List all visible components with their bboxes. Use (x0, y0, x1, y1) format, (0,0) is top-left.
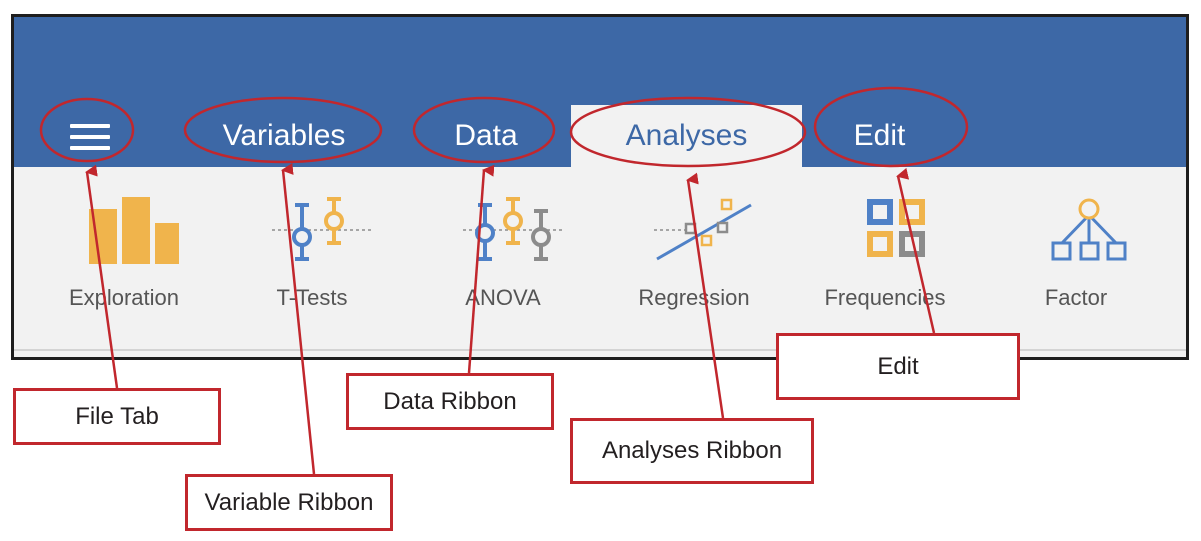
ribbon-exploration[interactable]: Exploration (49, 167, 199, 337)
anova-icon (463, 197, 563, 261)
menu-bar: Variables Data Analyses Edit (14, 17, 1186, 167)
tab-edit[interactable]: Edit (817, 105, 942, 167)
ribbon-label-anova: ANOVA (465, 285, 541, 310)
ribbon-label-exploration: Exploration (68, 285, 180, 310)
file-tab-hamburger-icon[interactable] (70, 124, 110, 150)
ribbon-anova[interactable]: ANOVA (428, 167, 578, 337)
ribbon-factor[interactable]: Factor (1001, 167, 1151, 337)
ribbon-regression[interactable]: Regression (619, 167, 769, 337)
app-window: Variables Data Analyses Edit Exploration (11, 14, 1189, 360)
callout-analyses-ribbon: Analyses Ribbon (570, 418, 814, 484)
ribbon-label-frequencies: Frequencies (824, 285, 946, 310)
tab-data[interactable]: Data (417, 105, 555, 167)
tab-variables[interactable]: Variables (187, 105, 381, 167)
callout-edit: Edit (776, 333, 1020, 400)
callout-variable-ribbon: Variable Ribbon (185, 474, 393, 531)
ribbon-frequencies[interactable]: Frequencies (810, 167, 960, 337)
regression-icon (654, 198, 752, 261)
frequencies-icon (867, 199, 925, 257)
factor-icon (1051, 198, 1127, 261)
ribbon-t-tests[interactable]: T-Tests (237, 167, 387, 337)
exploration-icon (89, 197, 179, 264)
callout-file-tab: File Tab (13, 388, 221, 445)
ribbon-label-t-tests: T-Tests (276, 285, 348, 310)
ribbon-label-factor: Factor (1044, 285, 1108, 310)
tab-analyses[interactable]: Analyses (571, 105, 802, 167)
callout-data-ribbon: Data Ribbon (346, 373, 554, 430)
t-tests-icon (272, 197, 372, 261)
ribbon-label-regression: Regression (638, 285, 750, 310)
analyses-ribbon: Exploration T-Tests ANOVA Regression Fre… (14, 167, 1186, 357)
